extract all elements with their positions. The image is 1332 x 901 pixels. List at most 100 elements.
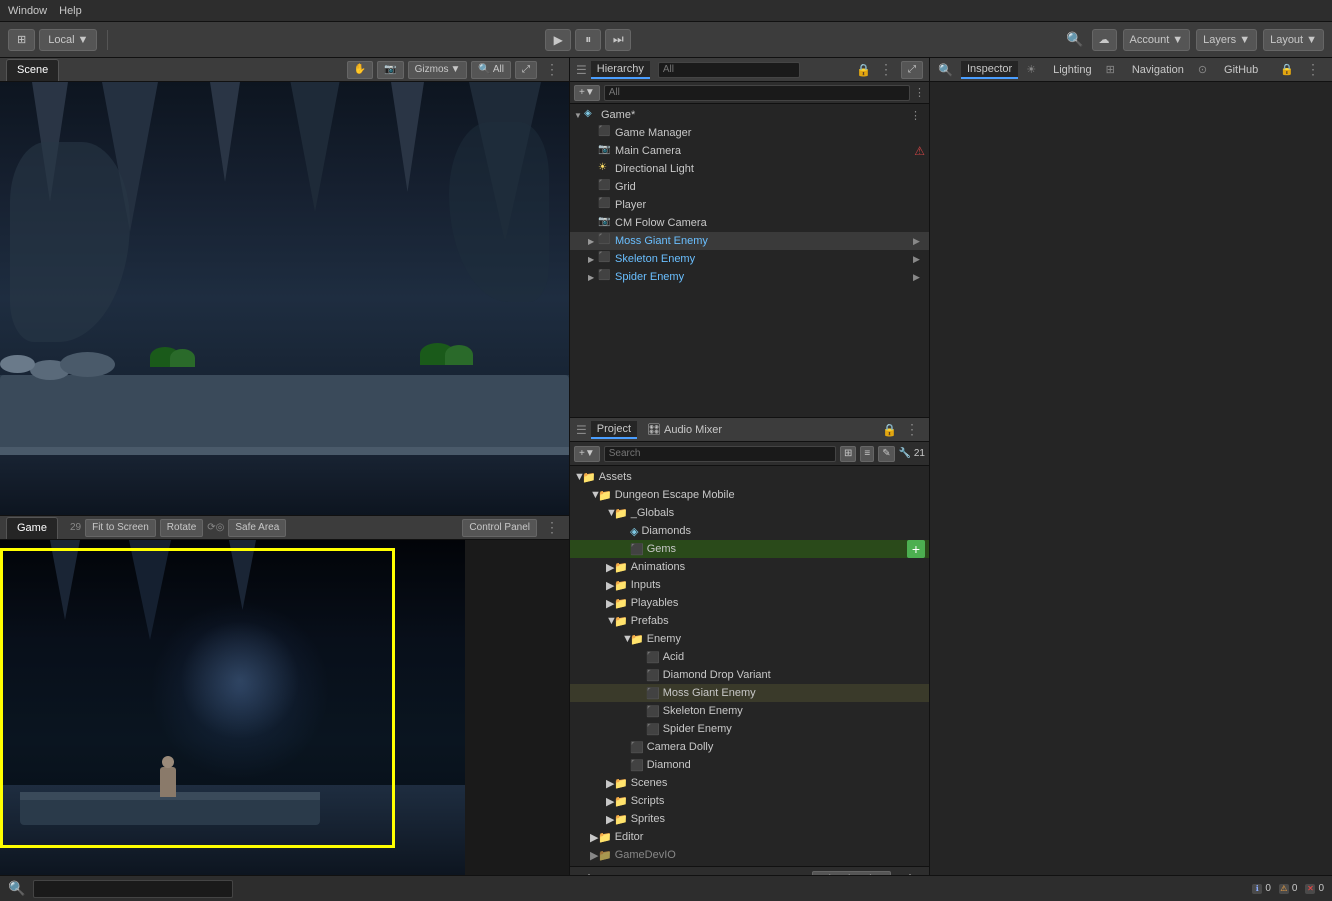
hierarchy-item-spider[interactable]: ▶ ⬛ Spider Enemy ▶: [570, 268, 929, 286]
local-button[interactable]: ⊞: [8, 29, 35, 51]
gizmos-label: Gizmos: [415, 64, 449, 75]
project-menu-icon[interactable]: ⋮: [901, 421, 923, 438]
inspector-lock-icon[interactable]: 🔒: [1280, 63, 1294, 76]
scene-canvas[interactable]: [0, 82, 569, 515]
hierarchy-menu-icon[interactable]: ⋮: [875, 61, 897, 78]
hierarchy-expand-button[interactable]: ⤢: [901, 61, 923, 79]
cloud-button[interactable]: ☁: [1092, 29, 1117, 51]
layers-dropdown[interactable]: Layers ▼: [1196, 29, 1257, 51]
project-item-gems[interactable]: ⬛ Gems +: [570, 540, 929, 558]
hierarchy-filter-search[interactable]: [604, 85, 910, 101]
hierarchy-item-main-camera[interactable]: 📷 Main Camera ⚠: [570, 142, 929, 160]
hierarchy-item-game-manager[interactable]: ⬛ Game Manager: [570, 124, 929, 142]
project-header: ☰ Project 🎛 Audio Mixer 🔒 ⋮: [570, 418, 929, 442]
pause-button[interactable]: ⏸: [575, 29, 601, 51]
bottom-search-input[interactable]: [33, 880, 233, 898]
game-tab[interactable]: Game: [6, 517, 58, 539]
project-tab[interactable]: Project: [591, 421, 637, 439]
playables-label: Playables: [631, 597, 679, 609]
project-item-scripts[interactable]: ▶ 📁 Scripts: [570, 792, 929, 810]
project-filter-btn-1[interactable]: ⊞: [840, 446, 856, 462]
navigation-tab[interactable]: Navigation: [1126, 62, 1190, 78]
hierarchy-item-player[interactable]: ⬛ Player: [570, 196, 929, 214]
project-item-gamedevio[interactable]: ▶ 📁 GameDevIO: [570, 846, 929, 864]
expand-scene-button[interactable]: ⤢: [515, 61, 537, 79]
safe-area-button[interactable]: Safe Area: [228, 519, 286, 537]
tool-hand-button[interactable]: ✋: [347, 61, 373, 79]
project-item-dungeon-escape[interactable]: ▼ 📁 Dungeon Escape Mobile: [570, 486, 929, 504]
project-item-assets[interactable]: ▼ 📁 Assets: [570, 468, 929, 486]
menu-window[interactable]: Window: [8, 5, 47, 17]
gems-add-button[interactable]: +: [907, 540, 925, 558]
control-panel-button[interactable]: Control Panel: [462, 519, 537, 537]
step-button[interactable]: ⏭: [605, 29, 631, 51]
animations-label: Animations: [631, 561, 685, 573]
hierarchy-item-dir-light[interactable]: ☀ Directional Light: [570, 160, 929, 178]
project-add-button[interactable]: +▼: [574, 446, 600, 462]
hierarchy-item-game[interactable]: ▼ ◈ Game* ⋮: [570, 106, 929, 124]
project-item-diamond-drop[interactable]: ⬛ Diamond Drop Variant: [570, 666, 929, 684]
project-item-acid[interactable]: ⬛ Acid: [570, 648, 929, 666]
project-item-animations[interactable]: ▶ 📁 Animations: [570, 558, 929, 576]
rotate-button[interactable]: Rotate: [160, 519, 203, 537]
project-item-prefabs[interactable]: ▼ 📁 Prefabs: [570, 612, 929, 630]
enemy-folder-label: Enemy: [647, 633, 681, 645]
menu-help[interactable]: Help: [59, 5, 82, 17]
audio-mixer-tab[interactable]: 🎛 Audio Mixer: [641, 421, 728, 438]
github-tab[interactable]: GitHub: [1218, 62, 1264, 78]
project-search-input[interactable]: [604, 446, 836, 462]
layout-dropdown[interactable]: Layout ▼: [1263, 29, 1324, 51]
hierarchy-item-grid[interactable]: ⬛ Grid: [570, 178, 929, 196]
play-button[interactable]: ▶: [545, 29, 571, 51]
gems-plus-btn[interactable]: +: [907, 540, 925, 558]
gizmos-button[interactable]: Gizmos ▼: [408, 61, 468, 79]
hierarchy-lock-icon[interactable]: 🔒: [856, 63, 871, 77]
camera-view-button[interactable]: 📷: [377, 61, 403, 79]
project-item-editor[interactable]: ▶ 📁 Editor: [570, 828, 929, 846]
hierarchy-item-skeleton[interactable]: ▶ ⬛ Skeleton Enemy ▶: [570, 250, 929, 268]
hierarchy-header: ☰ Hierarchy 🔒 ⋮ ⤢: [570, 58, 929, 82]
scene-tab[interactable]: Scene: [6, 59, 59, 81]
hierarchy-add-button[interactable]: +▼: [574, 85, 600, 101]
hierarchy-tab[interactable]: Hierarchy: [591, 61, 650, 79]
project-item-diamonds[interactable]: ◈ Diamonds: [570, 522, 929, 540]
status-warn-indicator[interactable]: ⚠ 0: [1279, 883, 1298, 894]
lighting-tab[interactable]: Lighting: [1047, 62, 1098, 78]
project-item-skeleton-prefab[interactable]: ⬛ Skeleton Enemy: [570, 702, 929, 720]
game-options-icon[interactable]: ⋮: [906, 109, 925, 122]
grid-icon: ⬛: [598, 180, 612, 194]
project-item-globals[interactable]: ▼ 📁 _Globals: [570, 504, 929, 522]
project-item-moss-giant-prefab[interactable]: ⬛ Moss Giant Enemy: [570, 684, 929, 702]
status-info-indicator[interactable]: ℹ 0: [1252, 883, 1271, 894]
all-button[interactable]: 🔍 All: [471, 61, 511, 79]
bottom-search-icon[interactable]: 🔍: [8, 880, 25, 897]
hierarchy-item-cm-camera[interactable]: 📷 CM Folow Camera: [570, 214, 929, 232]
game-toolbar: Game 29 Fit to Screen Rotate ⟳◎ Safe Are…: [0, 516, 569, 540]
game-menu-icon[interactable]: ⋮: [541, 519, 563, 536]
project-item-scenes[interactable]: ▶ 📁 Scenes: [570, 774, 929, 792]
hierarchy-options-icon[interactable]: ⋮: [914, 86, 925, 99]
status-err-indicator[interactable]: ✕ 0: [1305, 883, 1324, 894]
scene-menu-icon[interactable]: ⋮: [541, 61, 563, 78]
game-canvas[interactable]: [0, 540, 569, 875]
project-item-camera-dolly[interactable]: ⬛ Camera Dolly: [570, 738, 929, 756]
player-icon: ⬛: [598, 198, 612, 212]
inspector-menu-icon[interactable]: ⋮: [1302, 61, 1324, 78]
project-item-enemy-folder[interactable]: ▼ 📁 Enemy: [570, 630, 929, 648]
inspector-tab[interactable]: Inspector: [961, 61, 1018, 79]
local-dropdown[interactable]: Local ▼: [39, 29, 97, 51]
search-toolbar-button[interactable]: 🔍: [1064, 29, 1085, 50]
cloud-icon: ☁: [1099, 33, 1110, 46]
account-dropdown[interactable]: Account ▼: [1123, 29, 1191, 51]
project-filter-btn-2[interactable]: ≡: [860, 446, 874, 462]
project-item-playables[interactable]: ▶ 📁 Playables: [570, 594, 929, 612]
hierarchy-item-moss-giant[interactable]: ▶ ⬛ Moss Giant Enemy ▶: [570, 232, 929, 250]
fit-to-screen-button[interactable]: Fit to Screen: [85, 519, 156, 537]
project-item-sprites[interactable]: ▶ 📁 Sprites: [570, 810, 929, 828]
project-filter-btn-3[interactable]: ✎: [878, 446, 894, 462]
hierarchy-search[interactable]: [658, 62, 800, 78]
project-item-inputs[interactable]: ▶ 📁 Inputs: [570, 576, 929, 594]
project-item-spider-prefab[interactable]: ⬛ Spider Enemy: [570, 720, 929, 738]
project-item-diamond[interactable]: ⬛ Diamond: [570, 756, 929, 774]
project-lock-icon[interactable]: 🔒: [882, 423, 897, 437]
